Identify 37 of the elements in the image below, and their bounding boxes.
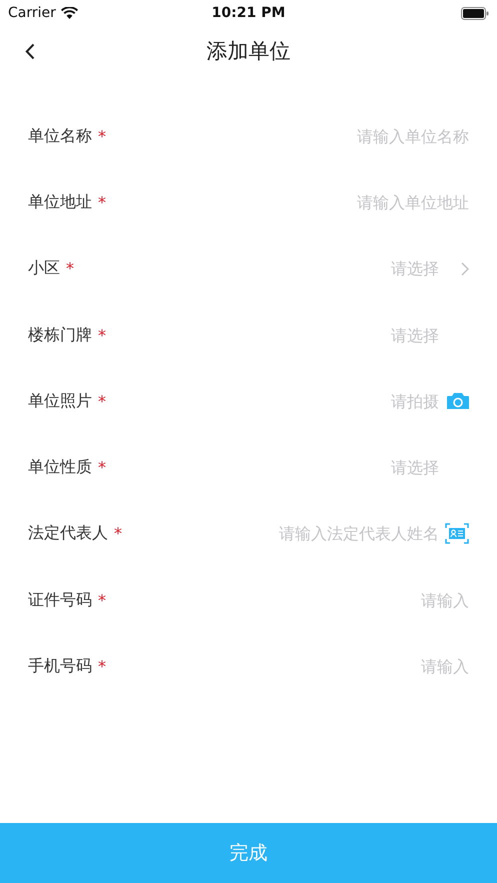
required-asterisk: * [98, 326, 106, 345]
required-asterisk: * [114, 524, 122, 544]
required-asterisk: * [98, 590, 106, 610]
id-card-scan-icon[interactable] [445, 523, 469, 544]
field-label: 单位性质 [28, 457, 92, 478]
field-label: 楼栋门牌 [28, 324, 92, 346]
input-field[interactable]: 请输入单位地址 [106, 190, 469, 214]
input-field[interactable]: 请输入 [106, 654, 469, 679]
wifi-icon [60, 7, 78, 19]
chevron-right-icon [461, 262, 469, 276]
input-field[interactable]: 请选择 [74, 256, 439, 281]
input-field[interactable]: 请输入单位名称 [106, 124, 469, 148]
required-asterisk: * [98, 657, 106, 676]
field-label: 单位照片 [28, 390, 92, 412]
input-field[interactable]: 请输入法定代表人姓名 [122, 522, 439, 546]
input-field[interactable]: 请选择 [106, 323, 439, 348]
required-asterisk: * [98, 126, 106, 146]
field-label: 单位名称 [28, 126, 92, 147]
field-label: 法定代表人 [28, 523, 108, 544]
field-label: 小区 [28, 258, 60, 280]
chevron-left-icon [25, 42, 35, 60]
camera-icon[interactable] [447, 392, 469, 410]
field-label: 手机号码 [28, 656, 92, 678]
input-field[interactable]: 请输入 [106, 588, 469, 612]
required-asterisk: * [98, 458, 106, 478]
status-time: 10:21 PM [212, 5, 286, 21]
carrier-label: Carrier [8, 5, 56, 21]
required-asterisk: * [98, 392, 106, 411]
field-label: 单位地址 [28, 192, 92, 213]
page-title: 添加单位 [206, 38, 290, 65]
required-asterisk: * [98, 192, 106, 212]
required-asterisk: * [66, 259, 74, 278]
input-field[interactable]: 请选择 [106, 456, 439, 480]
battery-icon [460, 6, 489, 20]
done-button[interactable]: 完成 [0, 823, 497, 883]
field-label: 证件号码 [28, 590, 92, 611]
input-field[interactable]: 请拍摄 [106, 389, 439, 414]
